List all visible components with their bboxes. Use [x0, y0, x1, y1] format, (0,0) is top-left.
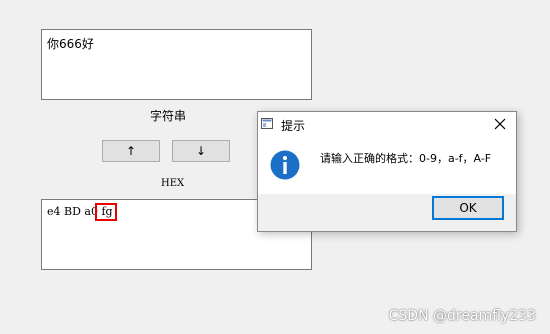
string-input-text: 你666好 — [47, 37, 94, 51]
dialog-title: 提示 — [281, 119, 306, 133]
arrow-up-icon: ↑ — [125, 144, 137, 158]
ok-button-label: OK — [459, 201, 477, 215]
string-label: 字符串 — [150, 109, 187, 123]
string-input-textarea[interactable]: 你666好 — [41, 29, 312, 100]
dialog-footer: OK — [258, 194, 516, 231]
info-icon — [270, 150, 300, 180]
watermark: CSDN @dreamfly233 — [388, 308, 536, 324]
dialog-close-button[interactable] — [492, 116, 508, 132]
dialog-message: 请输入正确的格式：0-9，a-f，A-F — [320, 152, 492, 165]
convert-down-button[interactable]: ↓ — [172, 140, 230, 162]
convert-up-button[interactable]: ↑ — [102, 140, 160, 162]
arrow-down-icon: ↓ — [195, 144, 207, 158]
window-icon — [261, 118, 273, 129]
message-dialog: 提示 请输入正确的格式：0-9，a-f，A-F OK — [257, 111, 517, 232]
hex-label: HEX — [161, 178, 185, 189]
ok-button[interactable]: OK — [432, 196, 504, 220]
invalid-hex-highlight — [95, 203, 117, 221]
dialog-titlebar: 提示 — [258, 112, 516, 137]
dialog-body: 请输入正确的格式：0-9，a-f，A-F — [258, 137, 516, 194]
close-icon — [494, 118, 506, 130]
